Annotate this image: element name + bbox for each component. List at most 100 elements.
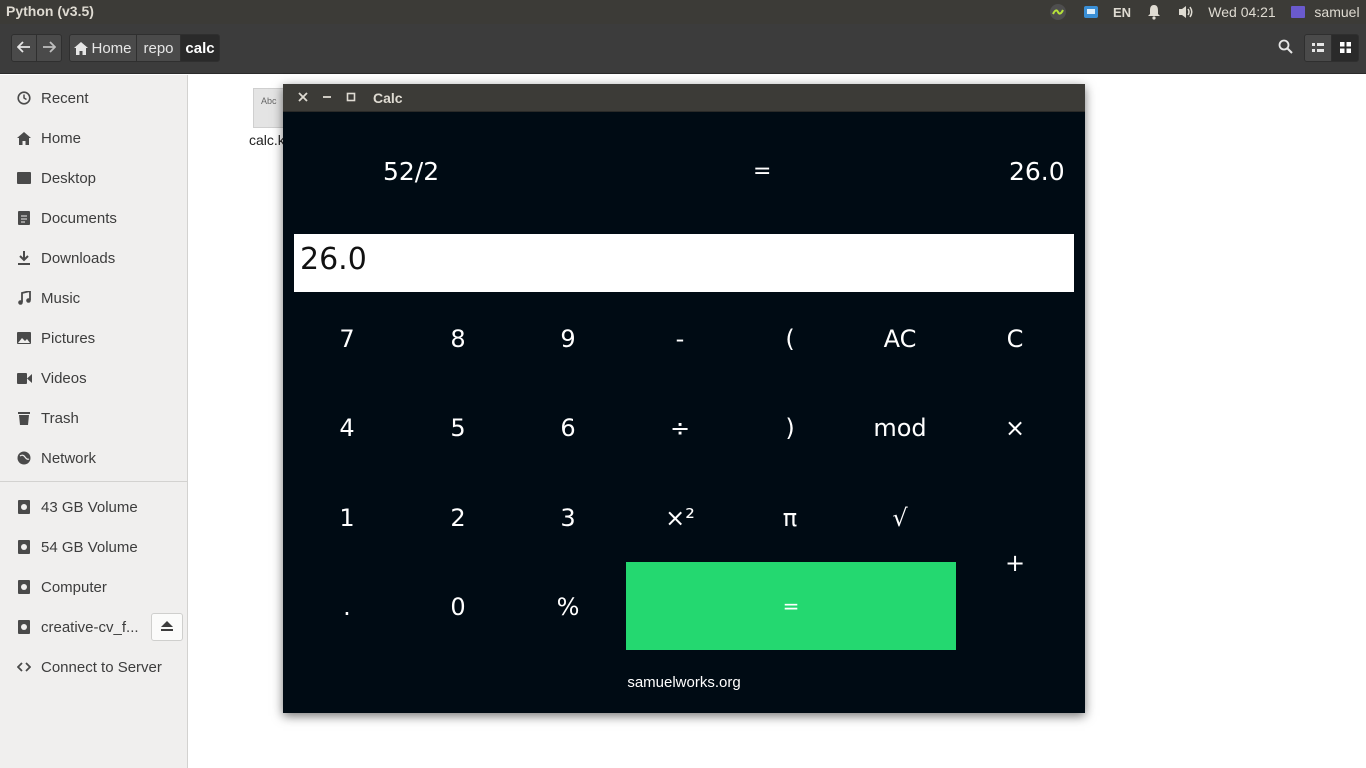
back-button[interactable] [11, 34, 37, 62]
arrow-right-icon [42, 40, 57, 57]
sidebar-item-54gb-volume[interactable]: 54 GB Volume [0, 532, 188, 562]
sidebar-item-label: creative-cv_f... [41, 618, 139, 636]
calc-window: Calc 52/2 = 26.0 26.0 7 8 9 - ( AC C 4 5… [283, 84, 1085, 713]
result-display: 26.0 [1009, 157, 1065, 186]
sidebar-item-label: Connect to Server [41, 658, 162, 676]
entry-field-value: 26.0 [300, 242, 367, 277]
close-icon [298, 89, 308, 107]
sidebar-item-43gb-volume[interactable]: 43 GB Volume [0, 492, 188, 522]
key-sqrt[interactable]: √ [845, 489, 955, 547]
bell-icon[interactable] [1143, 0, 1165, 24]
key-6[interactable]: 6 [513, 399, 623, 457]
sidebar-item-label: Network [41, 449, 97, 467]
key-pi[interactable]: π [735, 489, 845, 547]
calc-title: Calc [373, 90, 403, 106]
sidebar-item-label: Documents [41, 209, 117, 227]
entry-field[interactable]: 26.0 [294, 234, 1074, 292]
sidebar-item-home[interactable]: Home [0, 123, 188, 153]
file-thumbnail-text: Abc [261, 96, 277, 106]
breadcrumb-calc[interactable]: calc [180, 34, 220, 62]
key-square[interactable]: ×² [625, 489, 735, 547]
key-multiply[interactable]: × [961, 399, 1069, 457]
key-5[interactable]: 5 [403, 399, 513, 457]
sidebar-item-pictures[interactable]: Pictures [0, 323, 188, 353]
breadcrumb-home-label: Home [91, 39, 132, 57]
grid-view-button[interactable] [1331, 34, 1359, 62]
maximize-button[interactable] [343, 90, 359, 106]
key-mod[interactable]: mod [845, 399, 955, 457]
sidebar-item-label: 43 GB Volume [41, 498, 138, 516]
file-thumbnail[interactable] [253, 88, 287, 128]
key-4[interactable]: 4 [293, 399, 401, 457]
window-indicator-icon[interactable] [1080, 0, 1102, 24]
key-3[interactable]: 3 [513, 489, 623, 547]
sidebar-item-label: Recent [41, 89, 89, 107]
key-decimal[interactable]: . [293, 578, 401, 636]
top-panel: Python (v3.5) EN Wed 04:21 samuel [0, 0, 1366, 24]
key-left-paren[interactable]: ( [735, 310, 845, 368]
key-percent[interactable]: % [513, 578, 623, 636]
drive-icon [16, 499, 32, 515]
key-plus[interactable]: + [961, 489, 1069, 637]
close-button[interactable] [295, 90, 311, 106]
file-name[interactable]: calc.k [249, 132, 285, 148]
keyboard-layout-indicator[interactable]: EN [1110, 0, 1134, 24]
key-minus[interactable]: - [625, 310, 735, 368]
key-8[interactable]: 8 [403, 310, 513, 368]
search-button[interactable] [1271, 34, 1299, 62]
sidebar-item-label: Trash [41, 409, 79, 427]
eject-button[interactable] [151, 613, 183, 641]
equals-display: = [753, 159, 772, 184]
home-icon [74, 41, 89, 55]
sidebar-item-videos[interactable]: Videos [0, 363, 188, 393]
grid-view-icon [1339, 40, 1351, 57]
breadcrumb-repo[interactable]: repo [136, 34, 181, 62]
sidebar-item-computer[interactable]: Computer [0, 572, 188, 602]
key-7[interactable]: 7 [293, 310, 401, 368]
key-1[interactable]: 1 [293, 489, 401, 547]
clock-icon [16, 90, 32, 106]
minimize-button[interactable] [319, 90, 335, 106]
forward-button[interactable] [36, 34, 62, 62]
sidebar-item-label: Downloads [41, 249, 116, 267]
minimize-icon [322, 89, 332, 107]
key-2[interactable]: 2 [403, 489, 513, 547]
key-0[interactable]: 0 [403, 578, 513, 636]
sidebar-item-downloads[interactable]: Downloads [0, 243, 188, 273]
network-icon [16, 450, 32, 466]
sidebar-item-connect-to-server[interactable]: Connect to Server [0, 652, 188, 682]
sidebar-item-label: Home [41, 129, 82, 147]
music-icon [16, 290, 32, 306]
key-right-paren[interactable]: ) [735, 399, 845, 457]
sidebar-item-music[interactable]: Music [0, 283, 188, 313]
app-title: Python (v3.5) [6, 3, 94, 19]
key-all-clear[interactable]: AC [845, 310, 955, 368]
volume-icon[interactable] [1175, 0, 1197, 24]
sidebar-item-documents[interactable]: Documents [0, 203, 188, 233]
list-view-icon [1312, 40, 1324, 57]
video-icon [16, 370, 32, 386]
sidebar-item-label: Pictures [41, 329, 96, 347]
sidebar-item-label: Music [41, 289, 81, 307]
sidebar-item-trash[interactable]: Trash [0, 403, 188, 433]
user-name[interactable]: samuel [1309, 0, 1365, 24]
sidebar-item-recent[interactable]: Recent [0, 83, 188, 113]
clock[interactable]: Wed 04:21 [1204, 0, 1280, 24]
home-icon [16, 130, 32, 146]
eject-icon [161, 618, 173, 636]
sidebar-item-label: Computer [41, 578, 107, 596]
footer-link[interactable]: samuelworks.org [283, 674, 1085, 691]
drive-icon [16, 579, 32, 595]
breadcrumb-home[interactable]: Home [69, 34, 137, 62]
app-indicator-icon[interactable] [1047, 0, 1069, 24]
sidebar-item-desktop[interactable]: Desktop [0, 163, 188, 193]
key-divide[interactable]: ÷ [625, 399, 735, 457]
list-view-button[interactable] [1304, 34, 1332, 62]
calc-titlebar[interactable]: Calc [283, 84, 1085, 112]
sidebar-item-label: Desktop [41, 169, 97, 187]
key-9[interactable]: 9 [513, 310, 623, 368]
key-equals[interactable]: = [626, 562, 956, 650]
user-icon[interactable] [1289, 0, 1307, 24]
sidebar-item-network[interactable]: Network [0, 443, 188, 473]
key-clear[interactable]: C [961, 310, 1069, 368]
